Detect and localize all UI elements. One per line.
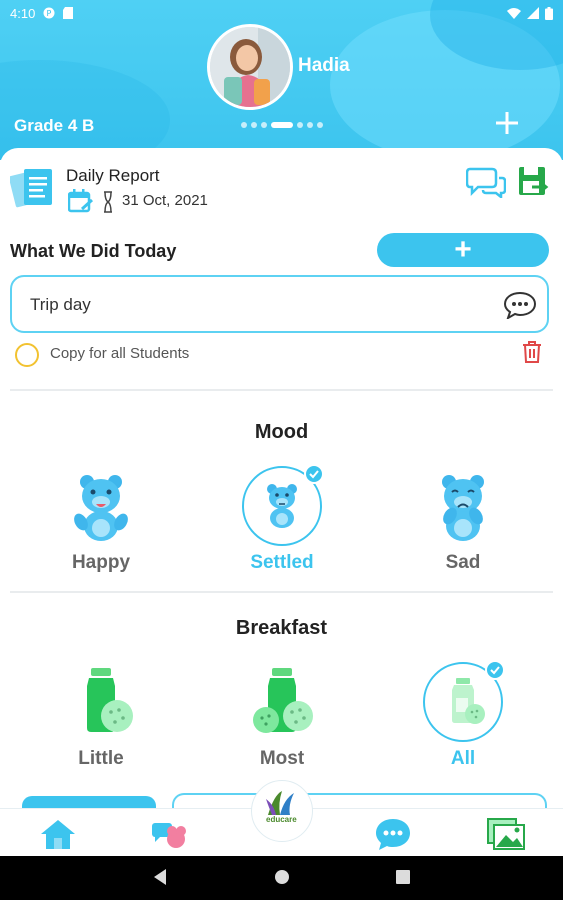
pager-dot[interactable]	[307, 122, 313, 128]
copy-for-all-label: Copy for all Students	[50, 345, 190, 362]
student-pager[interactable]	[241, 122, 323, 128]
student-name: Hadia	[298, 55, 350, 76]
pager-dot[interactable]	[251, 122, 257, 128]
breakfast-option-most[interactable]: Most	[222, 662, 342, 770]
comment-icon[interactable]	[503, 291, 537, 319]
mood-option-settled[interactable]: Settled	[222, 464, 342, 574]
app-logo-button[interactable]: educare	[251, 780, 313, 842]
pager-dot[interactable]	[241, 122, 247, 128]
divider	[10, 389, 553, 391]
breakfast-label-all: All	[450, 748, 476, 769]
educare-logo-icon	[266, 791, 294, 815]
pager-dot[interactable]	[261, 122, 267, 128]
settled-bear-icon	[267, 484, 297, 528]
check-badge-icon	[485, 660, 505, 680]
pager-dot-active[interactable]	[271, 122, 293, 128]
classes-icon[interactable]	[150, 817, 190, 851]
breakfast-title: Breakfast	[235, 617, 328, 639]
milk-cookie-little-icon	[87, 668, 133, 732]
breakfast-label-most: Most	[259, 748, 305, 769]
calendar-icon[interactable]	[68, 189, 94, 213]
copy-for-all-checkbox[interactable]	[15, 343, 39, 367]
mood-title: Mood	[254, 421, 309, 443]
student-avatar[interactable]	[207, 24, 293, 110]
report-date: 31 Oct, 2021	[122, 192, 208, 209]
breakfast-label-little: Little	[78, 748, 124, 769]
milk-cookies-most-icon	[253, 668, 313, 733]
happy-bear-icon	[74, 475, 128, 541]
mood-option-sad[interactable]: Sad	[403, 466, 523, 574]
documents-icon	[10, 169, 52, 208]
add-student-button[interactable]	[492, 108, 522, 138]
class-label: Grade 4 B	[14, 116, 95, 135]
breakfast-option-all[interactable]: All	[403, 660, 523, 770]
status-bar: 4:10 P	[0, 0, 563, 26]
activity-input-value[interactable]: Trip day	[30, 295, 91, 315]
mood-label-settled: Settled	[250, 552, 314, 573]
save-export-icon[interactable]	[518, 166, 550, 198]
svg-text:P: P	[47, 9, 52, 18]
back-icon[interactable]	[152, 868, 168, 886]
add-activity-button[interactable]: +	[377, 233, 549, 267]
check-badge-icon	[304, 464, 324, 484]
wifi-icon	[507, 8, 521, 19]
student-photo	[210, 27, 290, 107]
chat-bubbles-icon[interactable]	[466, 166, 506, 198]
home-icon[interactable]	[38, 817, 78, 851]
gallery-icon[interactable]	[486, 817, 526, 851]
mood-label-sad: Sad	[445, 552, 481, 573]
recents-icon[interactable]	[395, 868, 411, 886]
home-circle-icon[interactable]	[274, 868, 290, 886]
mood-option-happy[interactable]: Happy	[41, 466, 161, 574]
battery-icon	[545, 6, 553, 20]
sd-card-icon	[63, 7, 74, 19]
trash-icon[interactable]	[521, 340, 543, 364]
logo-text: educare	[266, 815, 297, 824]
pager-dot[interactable]	[317, 122, 323, 128]
activity-input[interactable]: Trip day	[10, 275, 549, 333]
sad-bear-icon	[442, 475, 484, 541]
signal-icon	[527, 7, 539, 19]
pager-dot[interactable]	[297, 122, 303, 128]
status-time: 4:10	[10, 5, 36, 21]
app-notification-icon: P	[43, 7, 55, 19]
breakfast-option-little[interactable]: Little	[41, 662, 161, 770]
messages-icon[interactable]	[373, 817, 413, 851]
plus-icon	[496, 112, 518, 134]
what-we-did-label: What We Did Today	[10, 241, 177, 261]
report-title: Daily Report	[66, 166, 160, 185]
divider	[10, 591, 553, 593]
hourglass-icon	[104, 191, 112, 213]
milk-cookies-all-icon	[452, 678, 485, 724]
decor-blob	[0, 60, 170, 160]
mood-label-happy: Happy	[71, 552, 131, 573]
system-nav-bar	[0, 856, 563, 900]
